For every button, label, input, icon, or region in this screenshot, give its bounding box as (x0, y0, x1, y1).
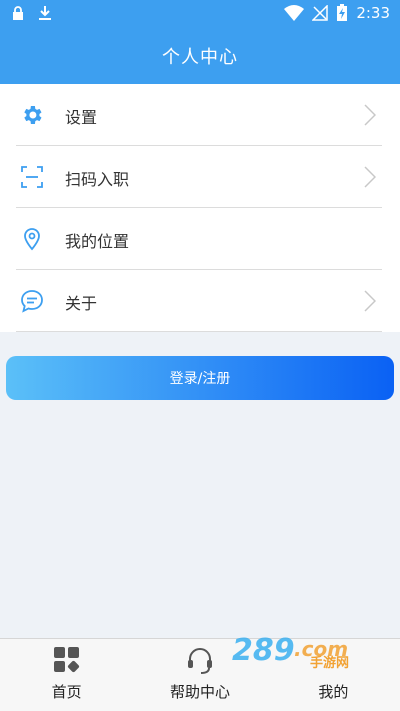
menu-item-label: 关于 (65, 294, 98, 313)
nav-label: 帮助中心 (169, 683, 230, 701)
chat-bubble-icon (21, 290, 43, 313)
menu-item-label: 我的位置 (65, 232, 130, 251)
scan-icon (21, 166, 43, 188)
nav-item-home[interactable]: 首页 (0, 639, 133, 711)
headset-icon (187, 648, 212, 674)
page-title: 个人中心 (162, 47, 238, 68)
location-pin-icon (24, 228, 40, 251)
wifi-icon (284, 5, 305, 21)
battery-charging-icon (337, 4, 348, 21)
lock-icon (13, 6, 23, 20)
watermark-text: 手游网 (310, 656, 350, 671)
menu-list: 设置 扫码入职 我的位置 关于 (0, 84, 400, 332)
download-icon (39, 6, 51, 20)
chevron-right-icon (364, 290, 376, 312)
menu-item-location[interactable]: 我的位置 (0, 208, 400, 270)
menu-item-label: 扫码入职 (65, 170, 130, 189)
no-signal-icon (312, 5, 329, 21)
nav-label: 首页 (51, 683, 82, 701)
status-bar: 2:33 (0, 0, 400, 28)
login-register-button[interactable]: 登录/注册 (6, 356, 394, 400)
svg-text:289: 289 (232, 633, 295, 668)
menu-item-about[interactable]: 关于 (0, 270, 400, 332)
gear-icon (24, 106, 42, 124)
divider (16, 331, 382, 332)
status-time: 2:33 (356, 4, 390, 22)
menu-item-label: 设置 (65, 108, 98, 127)
chevron-right-icon (364, 104, 376, 126)
grid-icon (53, 647, 79, 673)
menu-item-scan[interactable]: 扫码入职 (0, 146, 400, 208)
app-header: 个人中心 (0, 28, 400, 84)
menu-item-settings[interactable]: 设置 (0, 84, 400, 146)
watermark-logo: 289 .com (232, 633, 348, 668)
chevron-right-icon (364, 166, 376, 188)
nav-label: 我的 (318, 683, 349, 701)
